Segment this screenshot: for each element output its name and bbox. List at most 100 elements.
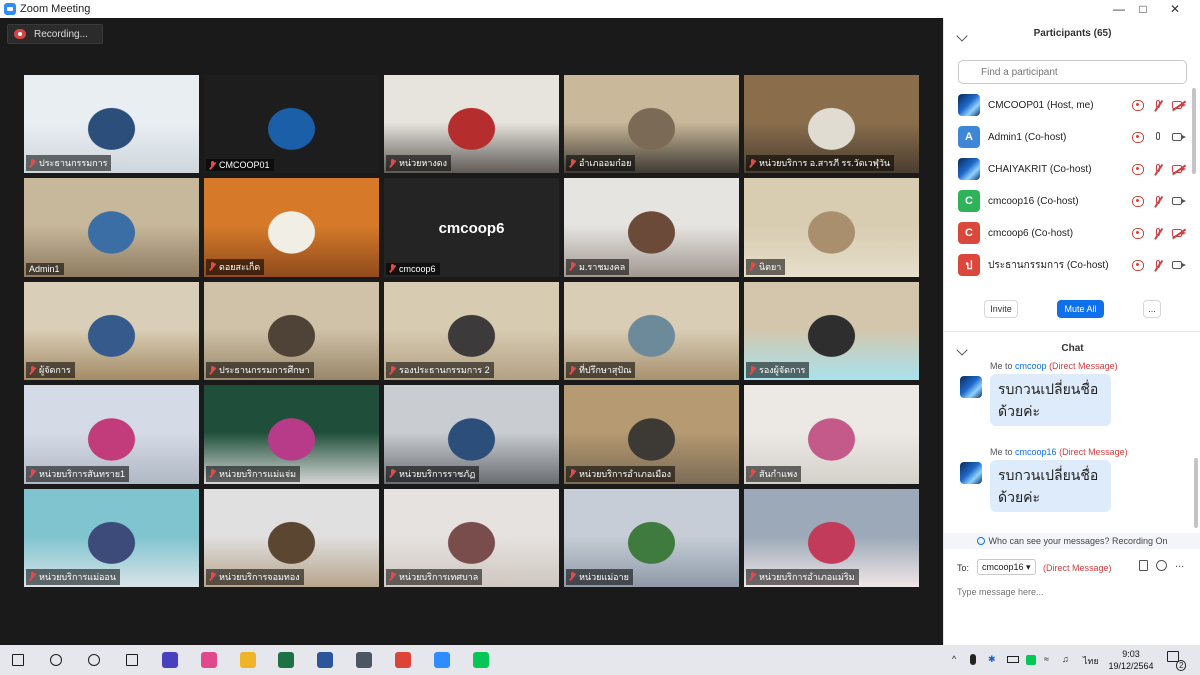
participant-search-input[interactable] [958,60,1187,84]
participant-row[interactable]: A Admin1 (Co-host) [944,122,1194,152]
chevron-up-icon[interactable]: ^ [952,654,956,664]
video-tile[interactable]: ประธานกรรมการศึกษา [204,281,379,381]
video-tile[interactable]: ที่ปรึกษาสุปัณ [564,281,739,381]
participant-row[interactable]: ป ประธานกรรมการ (Co-host) [944,250,1194,280]
mic-muted-icon[interactable] [1152,195,1164,207]
mic-muted-icon [749,469,756,478]
camera-on-icon[interactable] [1172,197,1186,205]
camera-on-icon[interactable] [1172,133,1186,141]
more-options-button[interactable]: ... [1143,300,1161,318]
video-tile[interactable]: ประธานกรรมการ [24,75,199,174]
mic-tray-icon[interactable] [970,654,976,665]
video-tile[interactable]: หน่วยบริการแม่ออน [24,488,199,587]
tile-namebar: หน่วยบริการสันทราย1 [26,465,130,482]
message-recipient[interactable]: cmcoop16 [1015,447,1057,457]
tile-namebar: ประธานกรรมการศึกษา [206,362,314,379]
chrome-icon[interactable] [393,650,413,670]
participant-row[interactable]: CHAIYAKRIT (Co-host) [944,154,1194,184]
word-icon[interactable] [315,650,335,670]
invite-button[interactable]: Invite [984,300,1018,318]
mic-muted-icon[interactable] [1152,163,1164,175]
tile-namebar: รองผู้จัดการ [746,362,810,379]
video-tile[interactable]: นิตยา [744,178,919,277]
video-tile[interactable]: รองผู้จัดการ [744,281,919,381]
participant-status-icons [1132,259,1186,271]
close-button[interactable]: ✕ [1152,0,1198,18]
file-explorer-icon[interactable] [238,650,258,670]
volume-icon[interactable]: ♫ [1062,654,1069,664]
zoom-icon[interactable] [432,650,452,670]
line-icon[interactable] [471,650,491,670]
mic-on-icon[interactable] [1152,131,1164,143]
video-tile[interactable]: หน่วยบริการราชภัฏ [384,385,559,484]
message-recipient[interactable]: cmcoop [1015,361,1047,371]
video-tile[interactable]: หน่วยหางดง [384,75,559,174]
mic-muted-icon [389,158,396,168]
video-tile[interactable]: ม.ราชมงคล [564,178,739,277]
tile-namebar: หน่วยแม่อาย [566,568,633,585]
calculator-icon[interactable] [354,650,374,670]
mic-muted-icon [389,264,396,273]
tile-namebar: สันกำแพง [746,465,802,482]
video-tile[interactable]: CMCOOP01 [204,75,379,174]
video-tile[interactable]: รองประธานกรรมการ 2 [384,281,559,381]
task-view-icon[interactable] [122,650,142,670]
who-can-see-banner[interactable]: Who can see your messages? Recording On [944,533,1200,549]
video-tile[interactable]: หน่วยบริการเทศบาล [384,488,559,587]
camera-off-icon[interactable] [1172,165,1186,173]
recipient-select[interactable]: cmcoop16 ▾ [977,559,1036,575]
mute-all-button[interactable]: Mute All [1057,300,1104,318]
mic-muted-icon[interactable] [1152,99,1164,111]
battery-icon[interactable] [1007,656,1019,663]
app-m-icon[interactable] [160,650,180,670]
participant-row[interactable]: CMCOOP01 (Host, me) [944,90,1194,120]
video-tile[interactable]: หน่วยบริการอำเภอเมือง [564,385,739,484]
excel-icon[interactable] [276,650,296,670]
tile-participant-name: สันกำแพง [759,468,798,479]
camera-on-icon[interactable] [1172,261,1186,269]
video-tile[interactable]: ดอยสะเก็ด [204,178,379,277]
video-tile[interactable]: ผู้จัดการ [24,281,199,381]
chat-scrollbar[interactable] [1194,458,1198,528]
participant-status-icons [1132,227,1186,239]
mic-muted-icon [749,365,756,375]
file-icon[interactable] [1139,560,1148,571]
mic-muted-icon[interactable] [1152,227,1164,239]
video-tile[interactable]: หน่วยบริการแม่แจ่ม [204,385,379,484]
participants-scrollbar[interactable] [1192,88,1196,174]
video-tile[interactable]: หน่วยบริการสันทราย1 [24,385,199,484]
wifi-icon[interactable]: ≈ [1044,654,1049,664]
mic-muted-icon [209,572,216,581]
mic-muted-icon [209,365,216,375]
camera-off-icon[interactable] [1172,101,1186,109]
video-tile[interactable]: Admin1 [24,178,199,277]
video-tile[interactable]: หน่วยบริการอำเภอแม่ริม [744,488,919,587]
chat-more-button[interactable]: ... [1175,558,1184,570]
emoji-icon[interactable] [1156,560,1167,571]
mic-muted-icon [209,469,216,478]
participant-row[interactable]: Ccmcoop16 (Co-host) [944,186,1194,216]
video-tile[interactable]: หน่วยแม่อาย [564,488,739,587]
tile-participant-name: หน่วยบริการราชภัฏ [399,468,476,479]
bluetooth-icon[interactable]: ✱ [988,654,996,665]
line-tray-icon[interactable] [1026,655,1036,665]
mic-muted-icon[interactable] [1152,259,1164,271]
recording-indicator[interactable]: Recording... [7,24,103,44]
camera-off-icon[interactable] [1172,229,1186,237]
taskbar-clock[interactable]: 9:03 19/12/2564 [1106,648,1156,672]
video-tile[interactable]: cmcoop6 cmcoop6 [384,178,559,277]
cortana-icon[interactable] [84,650,104,670]
input-language[interactable]: ไทย [1083,654,1099,668]
video-tile[interactable]: หน่วยบริการจอมทอง [204,488,379,587]
app-drop-icon[interactable] [199,650,219,670]
video-tile[interactable]: อำเภออมก๋อย [564,75,739,174]
tile-participant-name: cmcoop6 [399,263,436,274]
windows-start-icon[interactable] [8,650,28,670]
chat-message-input[interactable] [957,584,1187,600]
video-tile[interactable]: สันกำแพง [744,385,919,484]
search-icon[interactable] [46,650,66,670]
tile-namebar: ประธานกรรมการ [26,155,112,172]
participant-row[interactable]: Ccmcoop6 (Co-host) [944,218,1194,248]
cloud-record-icon [14,29,26,39]
video-tile[interactable]: หน่วยบริการ อ.สารภี รร.วัดเวฬุวัน [744,75,919,174]
